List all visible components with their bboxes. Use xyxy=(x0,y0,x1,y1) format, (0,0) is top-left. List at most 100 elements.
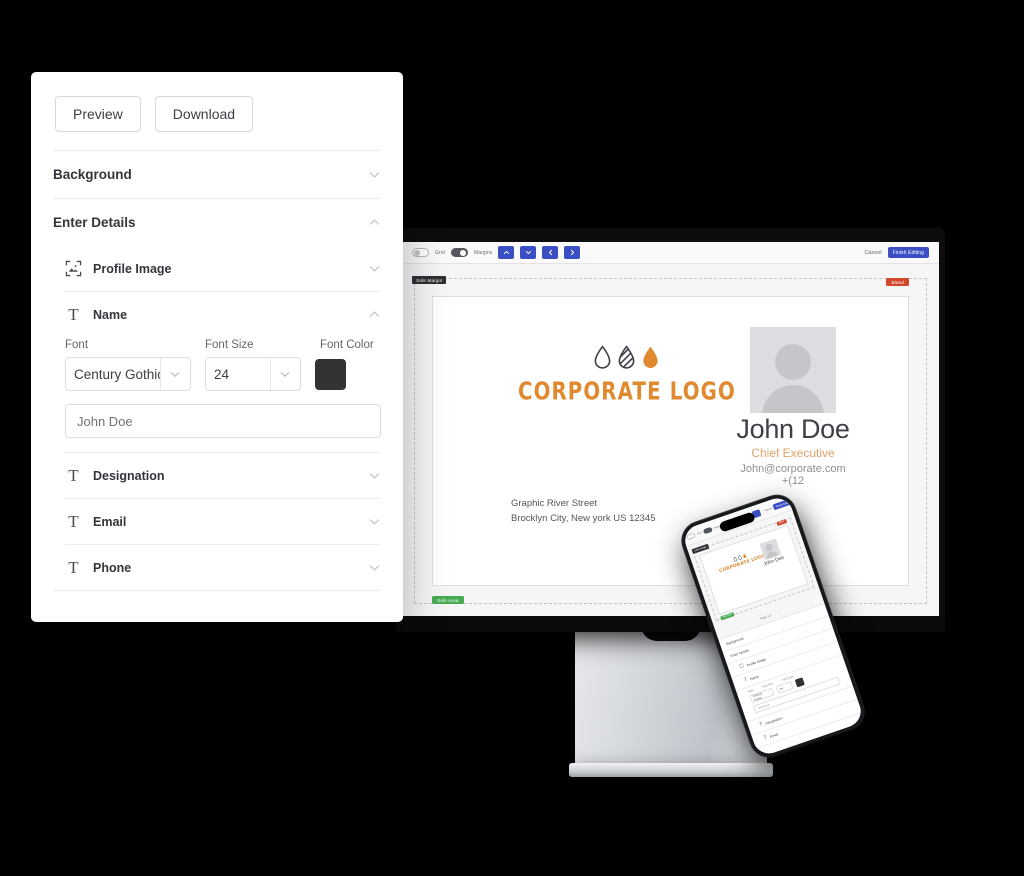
phone-section-enter-details-label: Enter Details xyxy=(729,648,750,659)
monitor-stand-base xyxy=(568,763,773,777)
subsection-name-label: Name xyxy=(93,307,128,322)
phone-subsection-name-label: Name xyxy=(749,674,760,681)
download-button[interactable]: Download xyxy=(154,96,254,132)
subsection-name[interactable]: T Name xyxy=(65,291,381,337)
avatar-head xyxy=(775,344,811,380)
chevron-up-icon[interactable] xyxy=(368,216,381,229)
business-card: CORPORATE LOGO Graphic River Street Broc… xyxy=(433,297,908,585)
text-icon-designation: T xyxy=(68,466,79,485)
arrow-left-button[interactable] xyxy=(542,246,559,259)
font-color-label: Font Color xyxy=(320,339,374,351)
section-background[interactable]: Background xyxy=(53,150,381,198)
chevron-down-icon-designation[interactable] xyxy=(368,469,381,482)
subsection-email[interactable]: T Email xyxy=(65,498,381,544)
margins-toggle-label: Margins xyxy=(473,249,493,256)
font-size-select[interactable]: 24 xyxy=(205,357,301,391)
phone-business-card[interactable]: Bleed Safe Area CORPORATE LOGO John Doe xyxy=(698,518,809,621)
monitor-screen: Grid Margins Cancel Finish Editing Safe … xyxy=(402,242,939,616)
monitor-chin xyxy=(396,616,945,632)
chevron-down-icon-size[interactable] xyxy=(269,358,300,390)
font-size-select-value: 24 xyxy=(214,366,230,382)
chevron-down-icon-email[interactable] xyxy=(368,515,381,528)
chevron-up-icon-name[interactable] xyxy=(368,308,381,321)
monitor-bezel: Grid Margins Cancel Finish Editing Safe … xyxy=(396,228,945,632)
phone-subsection-profile-image-label: Profile Image xyxy=(746,656,767,668)
section-enter-details[interactable]: Enter Details xyxy=(53,198,381,246)
phone-card-person-block: John Doe xyxy=(749,535,793,570)
grid-toggle[interactable] xyxy=(412,248,429,257)
preview-button[interactable]: Preview xyxy=(55,96,141,132)
desktop-monitor: Grid Margins Cancel Finish Editing Safe … xyxy=(396,228,945,777)
finish-editing-button[interactable]: Finish Editing xyxy=(887,247,929,258)
chevron-down-icon[interactable] xyxy=(368,168,381,181)
phone-subsection-designation-label: Designation xyxy=(764,715,783,726)
image-frame-icon xyxy=(65,260,82,277)
phone-safe-area-badge: Safe Area xyxy=(720,612,735,621)
text-icon-name: T xyxy=(68,305,79,324)
address-line-2: Brocklyn City, New york US 12345 xyxy=(511,512,656,524)
font-select[interactable]: Century Gothic xyxy=(65,357,191,391)
subsection-designation-label: Designation xyxy=(93,468,165,483)
water-drop-outline-icon xyxy=(594,345,611,369)
card-name[interactable]: John Doe xyxy=(698,414,888,445)
subsection-profile-image[interactable]: Profile Image xyxy=(65,246,381,291)
font-label: Font xyxy=(65,339,89,351)
subsection-phone[interactable]: T Phone xyxy=(65,544,381,590)
subsection-profile-image-label: Profile Image xyxy=(93,261,172,276)
subsection-designation[interactable]: T Designation xyxy=(65,452,381,498)
water-drop-striped-icon xyxy=(618,345,635,369)
text-icon-email: T xyxy=(68,512,79,531)
phone-pager-label: Page 1/1 xyxy=(759,613,772,621)
phone-finish-editing-button[interactable]: Finish Editing xyxy=(772,497,795,511)
grid-toggle-label: Grid xyxy=(435,249,445,256)
font-size-label: Font Size xyxy=(205,339,254,351)
phone-section-background-label: Background xyxy=(725,636,745,647)
chevron-down-icon-profile-image[interactable] xyxy=(368,262,381,275)
avatar[interactable] xyxy=(750,327,836,413)
arrow-down-button[interactable] xyxy=(520,246,537,259)
address-line-1: Graphic River Street xyxy=(511,498,598,509)
card-role[interactable]: Chief Executive xyxy=(698,446,888,460)
phone-margins-toggle[interactable] xyxy=(702,526,713,534)
phone-color-swatch[interactable] xyxy=(794,677,805,688)
arrow-right-button[interactable] xyxy=(564,246,581,259)
phone-cancel-button[interactable]: Cancel xyxy=(764,507,773,512)
safe-area-badge: Safe Area xyxy=(432,596,464,604)
editor-settings-panel: Preview Download Background Enter Detail… xyxy=(31,72,403,622)
phone-font-label: Font xyxy=(747,689,754,694)
phone-pager-next-icon[interactable]: › xyxy=(777,610,779,614)
safe-margin-tag: Safe Margin xyxy=(412,276,447,284)
font-select-value: Century Gothic xyxy=(74,366,160,382)
phone-text-icon-designation: T xyxy=(758,721,764,728)
scene: Grid Margins Cancel Finish Editing Safe … xyxy=(0,0,1024,876)
card-email[interactable]: John@corporate.com xyxy=(698,463,888,475)
avatar-body xyxy=(762,385,824,413)
editor-toolbar: Grid Margins Cancel Finish Editing xyxy=(402,242,939,264)
water-drop-solid-icon xyxy=(643,346,659,368)
name-text-input[interactable]: John Doe xyxy=(65,404,381,438)
phone-water-drop-solid-icon xyxy=(743,553,747,558)
phone-grid-toggle[interactable] xyxy=(685,532,696,540)
section-background-label: Background xyxy=(53,167,132,182)
cancel-button[interactable]: Cancel xyxy=(864,250,881,256)
panel-action-buttons: Preview Download xyxy=(31,72,403,150)
business-card-frame[interactable]: Bleed Safe Area CORPORATE LOGO Graphic R… xyxy=(432,278,909,604)
font-color-swatch[interactable] xyxy=(315,358,346,390)
card-person-block[interactable]: John Doe Chief Executive John@corporate.… xyxy=(698,327,888,487)
phone-image-frame-icon: ☐ xyxy=(738,663,745,670)
subsection-phone-label: Phone xyxy=(93,560,132,575)
margins-toggle[interactable] xyxy=(450,248,468,257)
phone-grid-label: Grid xyxy=(696,530,702,536)
card-phone[interactable]: +(12 xyxy=(698,475,888,487)
arrow-up-button[interactable] xyxy=(498,246,515,259)
chevron-down-icon-phone[interactable] xyxy=(368,561,381,574)
bleed-badge: Bleed xyxy=(886,278,909,286)
phone-text-icon-name: T xyxy=(743,677,748,684)
name-field-controls: Century Gothic 24 xyxy=(65,357,381,391)
name-field-labels: Font Font Size Font Color xyxy=(65,339,381,351)
editor-canvas[interactable]: Safe Margin Bleed Safe Area CORPORATE LO… xyxy=(402,264,939,616)
chevron-down-icon-font[interactable] xyxy=(159,358,190,390)
card-address[interactable]: Graphic River Street Brocklyn City, New … xyxy=(511,497,656,526)
section-enter-details-label: Enter Details xyxy=(53,215,136,230)
subsection-email-label: Email xyxy=(93,514,127,529)
